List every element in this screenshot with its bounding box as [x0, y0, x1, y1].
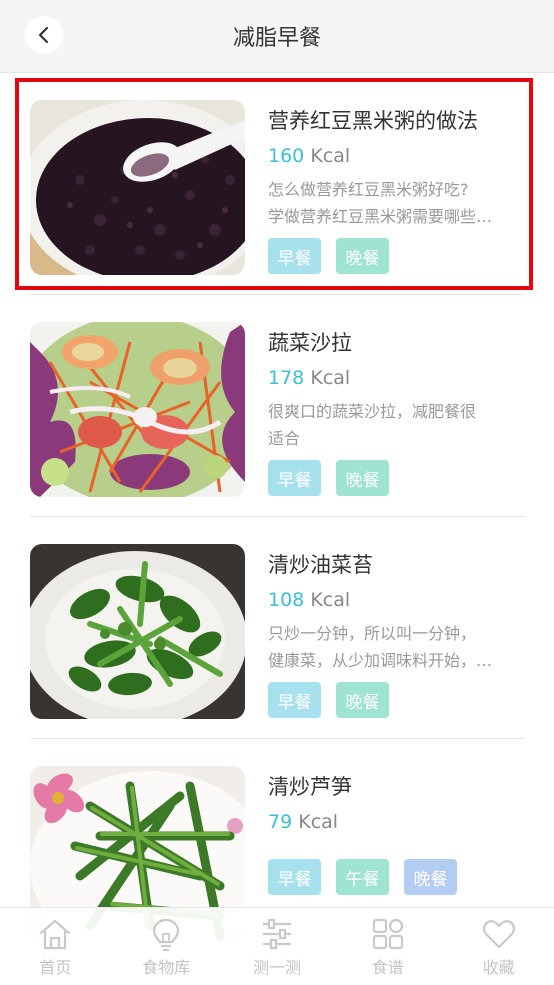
recipe-image-stir-fried-greens [30, 544, 245, 719]
recipe-calories: 79 Kcal [268, 811, 338, 833]
tag-breakfast: 早餐 [268, 238, 321, 274]
recipe-image-vegetable-salad [30, 322, 245, 497]
home-icon [40, 919, 71, 950]
recipe-calories: 108 Kcal [268, 589, 350, 611]
tag-dinner: 晚餐 [336, 460, 389, 496]
recipe-description: 只炒一分钟，所以叫一分钟， 健康菜，从少加调味料开始，… [268, 620, 524, 674]
tag-breakfast: 早餐 [268, 460, 321, 496]
meal-tags: 早餐 晚餐 [268, 238, 389, 274]
meal-tags: 早餐 午餐 晚餐 [268, 859, 457, 895]
recipe-title: 清炒油菜苔 [268, 553, 373, 577]
recipe-list: 营养红豆黑米粥的做法 160 Kcal 怎么做营养红豆黑米粥好吃? 学做营养红豆… [0, 73, 554, 961]
meal-tags: 早餐 晚餐 [268, 460, 389, 496]
tab-test[interactable]: 测一测 [222, 908, 333, 985]
tab-food-library[interactable]: 食物库 [111, 908, 222, 985]
calories-unit: Kcal [310, 589, 351, 611]
calories-unit: Kcal [310, 367, 351, 389]
tag-lunch: 午餐 [336, 859, 389, 895]
description-line: 适合 [268, 429, 301, 448]
top-bar: 减脂早餐 [0, 0, 554, 73]
calories-value: 160 [268, 145, 305, 167]
tag-breakfast: 早餐 [268, 682, 321, 718]
tab-home[interactable]: 首页 [0, 908, 111, 985]
calories-value: 178 [268, 367, 305, 389]
page-title: 减脂早餐 [232, 26, 321, 51]
recipe-card[interactable]: 蔬菜沙拉 178 Kcal 很爽口的蔬菜沙拉，减肥餐很 适合 早餐 晚餐 [0, 295, 554, 517]
recipe-card[interactable]: 营养红豆黑米粥的做法 160 Kcal 怎么做营养红豆黑米粥好吃? 学做营养红豆… [0, 73, 554, 295]
tag-dinner: 晚餐 [404, 859, 457, 895]
tab-label: 收藏 [482, 958, 515, 977]
tab-label: 首页 [39, 958, 72, 977]
tab-label: 食谱 [371, 958, 404, 977]
tab-label: 食物库 [142, 958, 191, 977]
description-line: 很爽口的蔬菜沙拉，减肥餐很 [268, 402, 477, 421]
recipe-calories: 178 Kcal [268, 367, 350, 389]
description-line: 只炒一分钟，所以叫一分钟， [268, 624, 477, 643]
description-line: 学做营养红豆黑米粥需要哪些… [268, 207, 493, 226]
recipe-title: 蔬菜沙拉 [268, 331, 352, 355]
tag-dinner: 晚餐 [336, 238, 389, 274]
calories-unit: Kcal [310, 145, 351, 167]
calories-value: 108 [268, 589, 305, 611]
sliders-icon [262, 918, 291, 950]
recipe-card[interactable]: 清炒油菜苔 108 Kcal 只炒一分钟，所以叫一分钟， 健康菜，从少加调味料开… [0, 517, 554, 739]
calories-unit: Kcal [298, 811, 339, 833]
lightbulb-icon [153, 918, 180, 952]
heart-icon [482, 920, 515, 949]
tab-favorites[interactable]: 收藏 [443, 908, 554, 985]
tag-dinner: 晚餐 [336, 682, 389, 718]
description-line: 健康菜，从少加调味料开始，… [268, 651, 493, 670]
description-line: 怎么做营养红豆黑米粥好吃? [268, 180, 469, 199]
tag-breakfast: 早餐 [268, 859, 321, 895]
recipe-title: 清炒芦笋 [268, 775, 352, 799]
grid-icon [372, 918, 403, 950]
recipe-title: 营养红豆黑米粥的做法 [268, 109, 478, 133]
tab-label: 测一测 [252, 958, 301, 977]
tab-recipes[interactable]: 食谱 [332, 908, 443, 985]
recipe-description: 很爽口的蔬菜沙拉，减肥餐很 适合 [268, 398, 524, 452]
recipe-calories: 160 Kcal [268, 145, 350, 167]
bottom-tab-bar: 首页 食物库 测一测 食谱 收藏 [0, 907, 554, 985]
calories-value: 79 [268, 811, 293, 833]
meal-tags: 早餐 晚餐 [268, 682, 389, 718]
recipe-image-black-rice-porridge [30, 100, 245, 275]
recipe-description: 怎么做营养红豆黑米粥好吃? 学做营养红豆黑米粥需要哪些… [268, 176, 524, 230]
